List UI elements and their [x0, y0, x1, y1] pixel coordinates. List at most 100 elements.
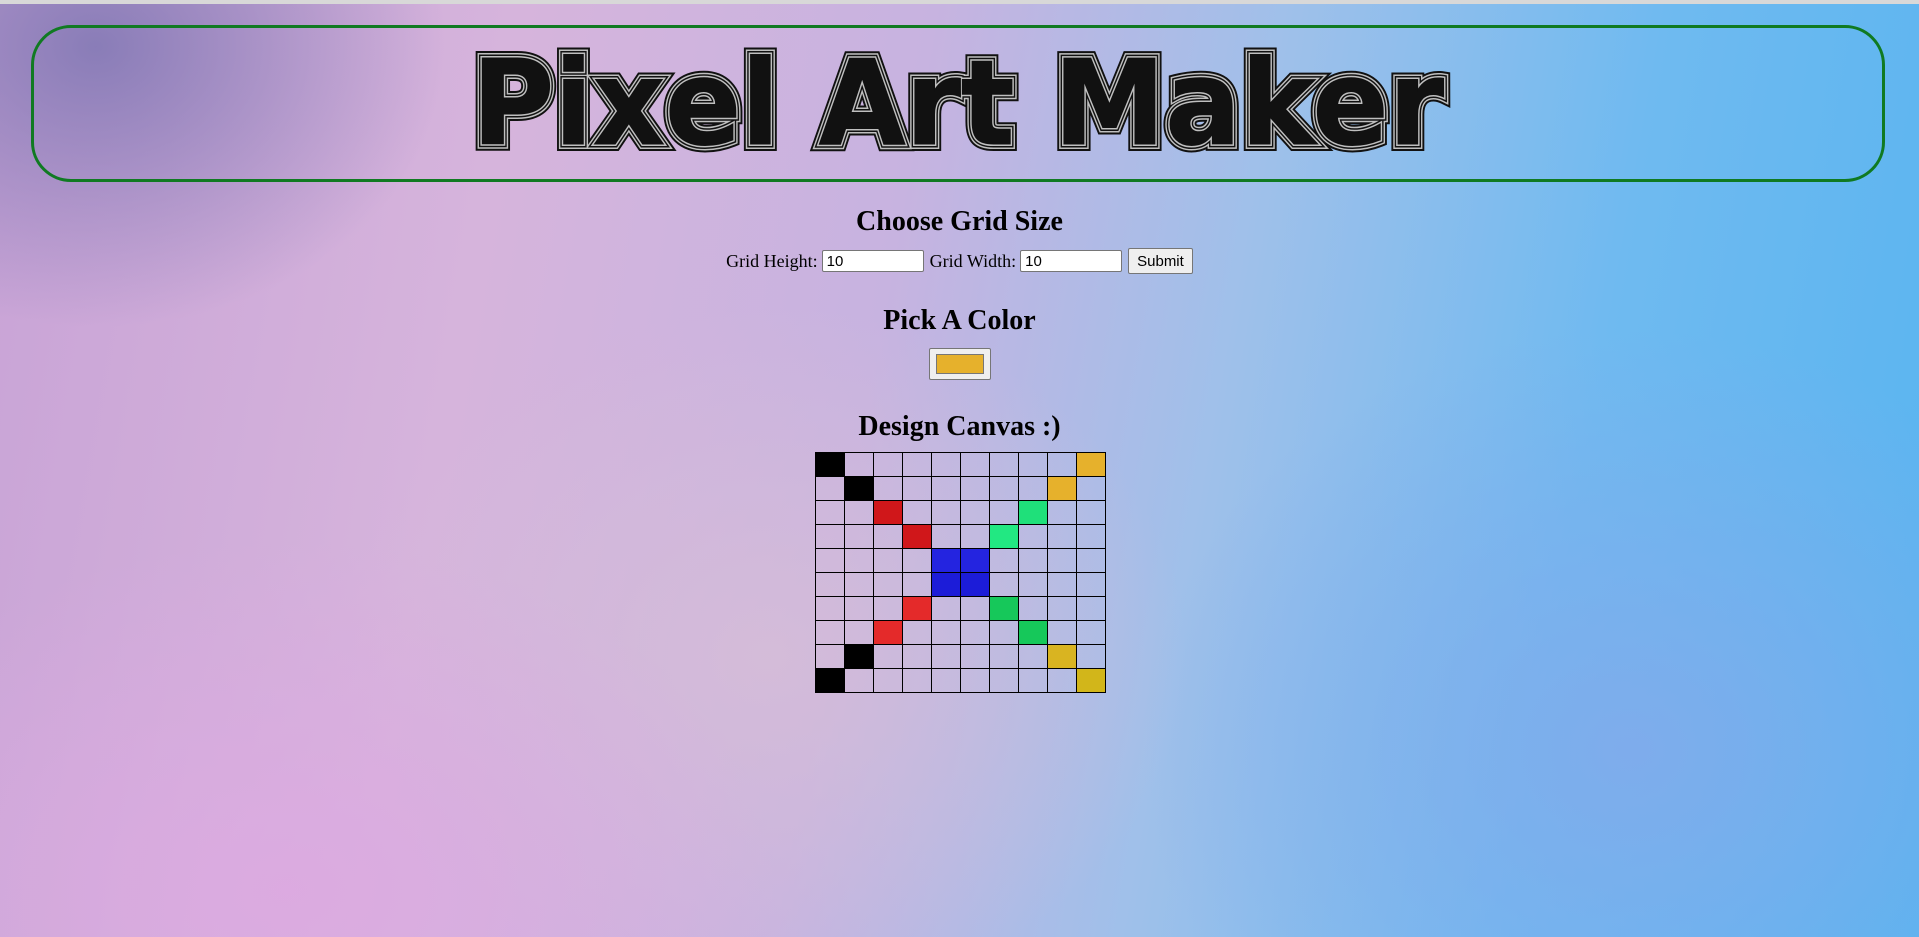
canvas-cell[interactable]	[989, 524, 1019, 549]
grid-width-input[interactable]	[1020, 250, 1123, 272]
canvas-cell[interactable]	[989, 572, 1019, 597]
canvas-cell[interactable]	[931, 500, 961, 525]
canvas-cell[interactable]	[960, 668, 990, 693]
canvas-cell[interactable]	[873, 548, 903, 573]
canvas-cell[interactable]	[902, 548, 932, 573]
canvas-cell[interactable]	[815, 452, 845, 477]
canvas-cell[interactable]	[902, 452, 932, 477]
canvas-cell[interactable]	[989, 500, 1019, 525]
canvas-cell[interactable]	[989, 476, 1019, 501]
canvas-cell[interactable]	[1076, 668, 1106, 693]
canvas-cell[interactable]	[1047, 500, 1077, 525]
canvas-cell[interactable]	[931, 548, 961, 573]
canvas-cell[interactable]	[1076, 476, 1106, 501]
grid-height-input[interactable]	[821, 250, 924, 272]
canvas-cell[interactable]	[815, 572, 845, 597]
canvas-cell[interactable]	[815, 644, 845, 669]
canvas-cell[interactable]	[873, 596, 903, 621]
canvas-cell[interactable]	[960, 524, 990, 549]
canvas-cell[interactable]	[1076, 620, 1106, 645]
canvas-cell[interactable]	[1076, 644, 1106, 669]
canvas-cell[interactable]	[1018, 572, 1048, 597]
canvas-cell[interactable]	[931, 452, 961, 477]
canvas-cell[interactable]	[931, 524, 961, 549]
canvas-cell[interactable]	[1018, 644, 1048, 669]
canvas-cell[interactable]	[989, 452, 1019, 477]
canvas-cell[interactable]	[931, 668, 961, 693]
canvas-cell[interactable]	[960, 548, 990, 573]
canvas-cell[interactable]	[931, 596, 961, 621]
canvas-cell[interactable]	[815, 476, 845, 501]
canvas-cell[interactable]	[902, 620, 932, 645]
canvas-cell[interactable]	[873, 476, 903, 501]
canvas-cell[interactable]	[815, 596, 845, 621]
canvas-cell[interactable]	[1047, 596, 1077, 621]
canvas-cell[interactable]	[844, 476, 874, 501]
canvas-cell[interactable]	[902, 644, 932, 669]
canvas-cell[interactable]	[844, 572, 874, 597]
canvas-cell[interactable]	[1018, 668, 1048, 693]
canvas-cell[interactable]	[873, 524, 903, 549]
submit-button[interactable]: Submit	[1128, 248, 1193, 274]
canvas-cell[interactable]	[960, 596, 990, 621]
canvas-cell[interactable]	[844, 620, 874, 645]
canvas-cell[interactable]	[1076, 572, 1106, 597]
canvas-cell[interactable]	[902, 668, 932, 693]
canvas-cell[interactable]	[989, 644, 1019, 669]
canvas-cell[interactable]	[960, 620, 990, 645]
canvas-cell[interactable]	[1018, 596, 1048, 621]
canvas-cell[interactable]	[844, 644, 874, 669]
canvas-cell[interactable]	[902, 572, 932, 597]
canvas-cell[interactable]	[1076, 524, 1106, 549]
canvas-cell[interactable]	[873, 500, 903, 525]
canvas-cell[interactable]	[960, 500, 990, 525]
canvas-cell[interactable]	[815, 548, 845, 573]
canvas-cell[interactable]	[873, 620, 903, 645]
canvas-cell[interactable]	[873, 572, 903, 597]
canvas-cell[interactable]	[815, 620, 845, 645]
canvas-cell[interactable]	[960, 572, 990, 597]
canvas-cell[interactable]	[1047, 644, 1077, 669]
canvas-cell[interactable]	[844, 668, 874, 693]
canvas-cell[interactable]	[1018, 500, 1048, 525]
canvas-cell[interactable]	[902, 500, 932, 525]
canvas-cell[interactable]	[1076, 500, 1106, 525]
canvas-cell[interactable]	[989, 620, 1019, 645]
canvas-cell[interactable]	[1018, 548, 1048, 573]
canvas-cell[interactable]	[989, 596, 1019, 621]
canvas-cell[interactable]	[815, 500, 845, 525]
canvas-cell[interactable]	[873, 668, 903, 693]
canvas-cell[interactable]	[1076, 452, 1106, 477]
canvas-cell[interactable]	[1047, 572, 1077, 597]
canvas-cell[interactable]	[960, 452, 990, 477]
canvas-cell[interactable]	[931, 476, 961, 501]
canvas-cell[interactable]	[844, 524, 874, 549]
canvas-cell[interactable]	[815, 524, 845, 549]
canvas-cell[interactable]	[931, 572, 961, 597]
canvas-cell[interactable]	[844, 500, 874, 525]
canvas-cell[interactable]	[960, 476, 990, 501]
canvas-cell[interactable]	[844, 452, 874, 477]
canvas-cell[interactable]	[960, 644, 990, 669]
canvas-cell[interactable]	[902, 524, 932, 549]
canvas-cell[interactable]	[815, 668, 845, 693]
canvas-cell[interactable]	[931, 644, 961, 669]
canvas-cell[interactable]	[873, 644, 903, 669]
canvas-cell[interactable]	[931, 620, 961, 645]
canvas-cell[interactable]	[1047, 524, 1077, 549]
canvas-cell[interactable]	[1018, 620, 1048, 645]
canvas-cell[interactable]	[844, 596, 874, 621]
pixel-canvas[interactable]	[815, 452, 1106, 693]
canvas-cell[interactable]	[1047, 668, 1077, 693]
canvas-cell[interactable]	[1047, 452, 1077, 477]
canvas-cell[interactable]	[1076, 548, 1106, 573]
canvas-cell[interactable]	[1018, 452, 1048, 477]
canvas-cell[interactable]	[902, 476, 932, 501]
canvas-cell[interactable]	[1047, 548, 1077, 573]
canvas-cell[interactable]	[844, 548, 874, 573]
canvas-cell[interactable]	[1047, 620, 1077, 645]
canvas-cell[interactable]	[989, 548, 1019, 573]
canvas-cell[interactable]	[1018, 524, 1048, 549]
canvas-cell[interactable]	[1076, 596, 1106, 621]
canvas-cell[interactable]	[1018, 476, 1048, 501]
